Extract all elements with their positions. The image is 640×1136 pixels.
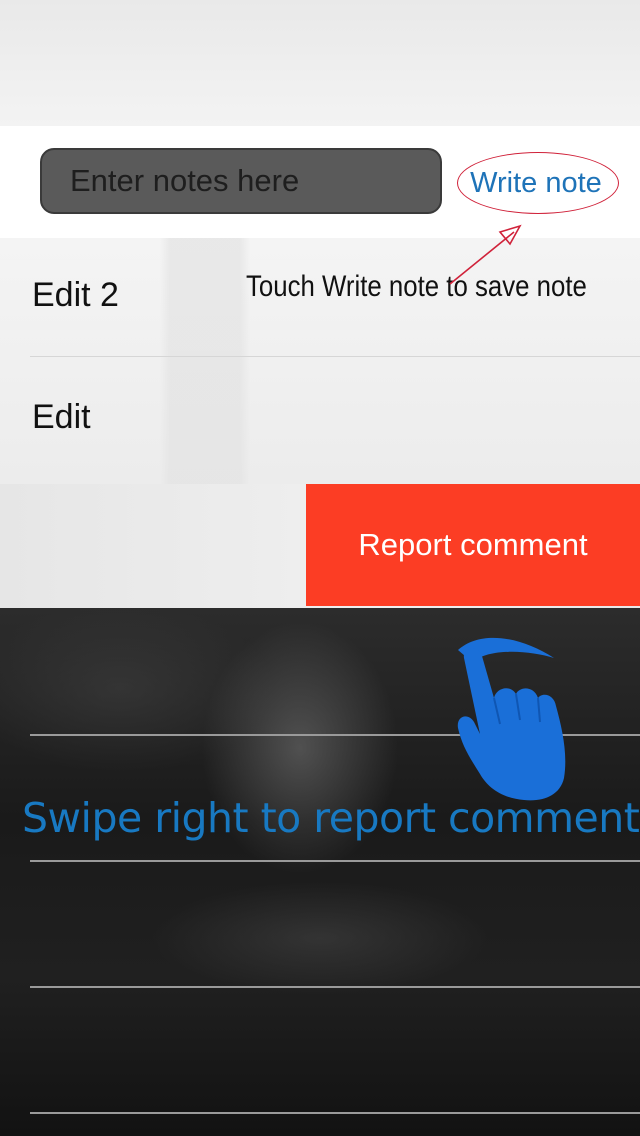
- list-item-label: Edit 2: [32, 276, 119, 314]
- touch-hint-annotation: Touch Write note to save note: [246, 270, 587, 303]
- red-arrow-icon: [449, 224, 522, 285]
- row-divider: [30, 1112, 640, 1114]
- list-item[interactable]: Edit: [0, 360, 640, 482]
- swipe-hint-annotation: Swipe right to report comment: [22, 794, 640, 842]
- notes-input[interactable]: Enter notes here: [40, 148, 442, 214]
- header-background: [0, 0, 640, 126]
- hand-swipe-icon: [457, 637, 566, 801]
- row-divider: [30, 860, 640, 862]
- report-comment-button[interactable]: Report comment: [306, 484, 640, 606]
- list-item-label: Edit: [32, 398, 91, 436]
- row-divider: [30, 356, 640, 357]
- row-divider: [30, 986, 640, 988]
- write-note-highlight-ring: [457, 152, 619, 214]
